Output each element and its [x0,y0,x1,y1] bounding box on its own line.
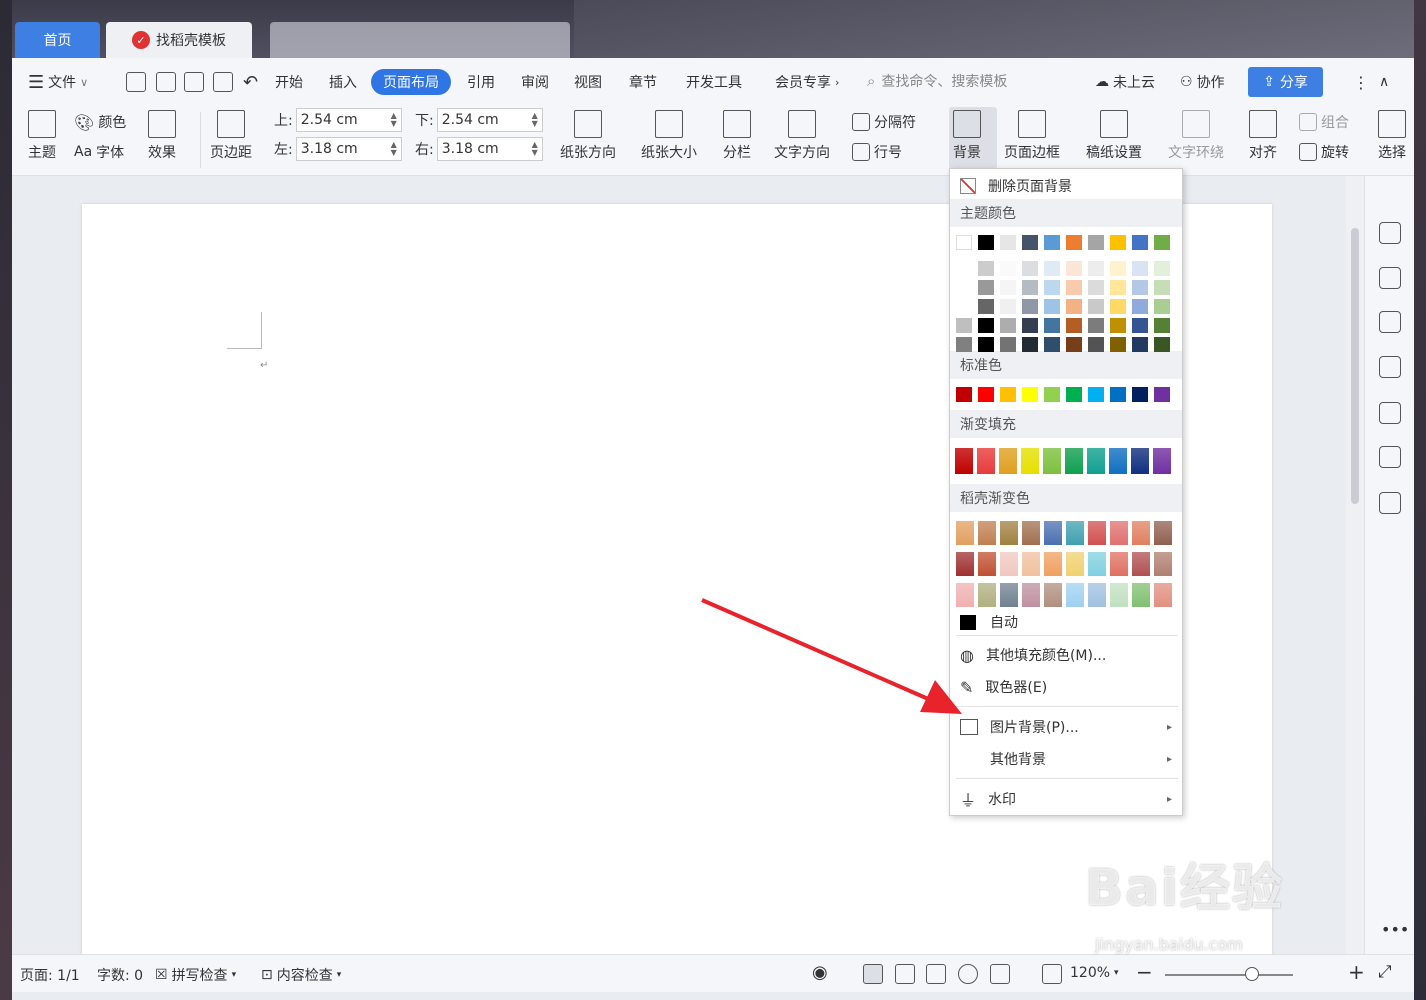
baidu-jingyan-url: jingyan.baidu.com [1095,935,1243,954]
baidu-jingyan-watermark: Bai经验 [1085,859,1284,917]
